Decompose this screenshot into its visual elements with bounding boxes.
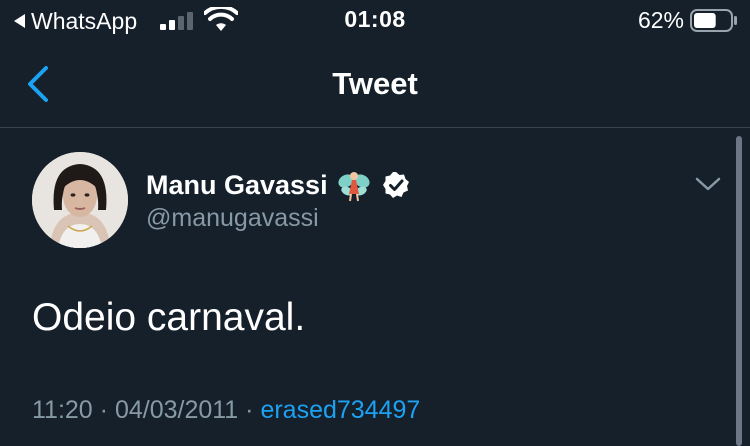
author-name: Manu Gavassi [146, 169, 328, 200]
nav-bar: Tweet [0, 40, 750, 128]
author-handle[interactable]: @manugavassi [146, 204, 319, 233]
status-bar: WhatsApp 01:08 62% [0, 0, 750, 40]
tweet-date: 04/03/2011 [114, 396, 239, 424]
page-title: Tweet [332, 66, 418, 101]
meta-separator: · [92, 396, 115, 424]
tweet-source-link[interactable]: erased734497 [260, 396, 420, 424]
meta-separator-2: · [238, 396, 261, 424]
scrollbar[interactable] [736, 136, 742, 446]
avatar-image [32, 152, 128, 248]
author-name-row[interactable]: Manu Gavassi [146, 167, 410, 203]
battery-icon [690, 9, 737, 32]
fairy-icon [338, 172, 370, 202]
battery-percent: 62% [637, 7, 684, 33]
chevron-down-icon[interactable] [694, 174, 722, 194]
tweet-meta: 11:20 · 04/03/2011 · erased734497 [32, 396, 420, 425]
tweet-time: 11:20 [32, 396, 93, 424]
tweet-text: Odeio carnaval. [32, 296, 306, 339]
verified-badge-icon [382, 172, 409, 198]
avatar[interactable] [32, 152, 128, 248]
